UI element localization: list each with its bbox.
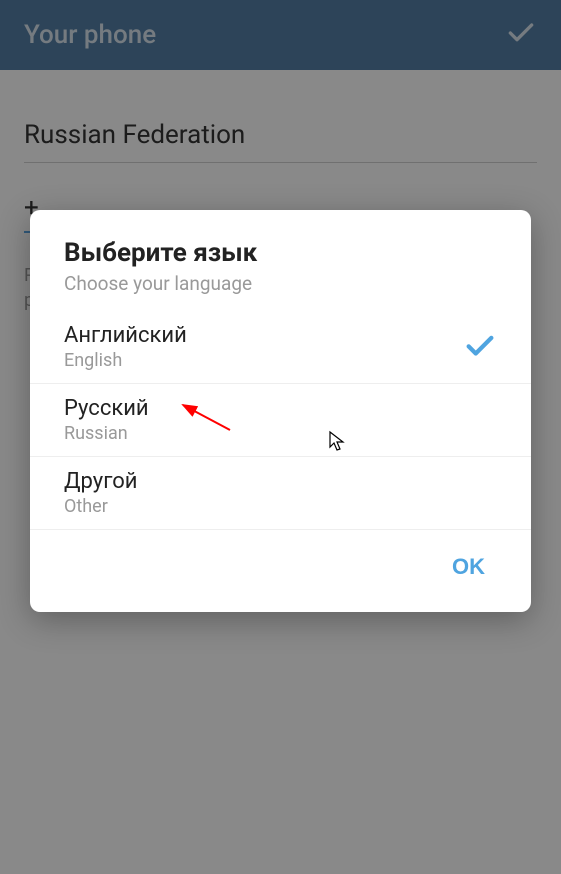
lang-labels: Английский English — [64, 323, 187, 371]
check-icon — [463, 328, 497, 366]
dialog-footer: OK — [30, 530, 531, 612]
lang-native-label: Другой — [64, 469, 137, 494]
lang-labels: Другой Other — [64, 469, 137, 517]
lang-option-russian[interactable]: Русский Russian — [30, 384, 531, 457]
language-dialog: Выберите язык Choose your language Англи… — [30, 210, 531, 612]
lang-labels: Русский Russian — [64, 396, 149, 444]
dialog-header: Выберите язык Choose your language — [30, 210, 531, 311]
ok-button[interactable]: OK — [440, 546, 497, 588]
lang-native-label: Английский — [64, 323, 187, 348]
lang-english-label: Russian — [64, 423, 149, 444]
lang-option-other[interactable]: Другой Other — [30, 457, 531, 530]
dialog-title: Выберите язык — [64, 238, 497, 268]
dialog-subtitle: Choose your language — [64, 272, 497, 295]
lang-native-label: Русский — [64, 396, 149, 421]
lang-english-label: Other — [64, 496, 137, 517]
lang-english-label: English — [64, 350, 187, 371]
lang-option-english[interactable]: Английский English — [30, 311, 531, 384]
